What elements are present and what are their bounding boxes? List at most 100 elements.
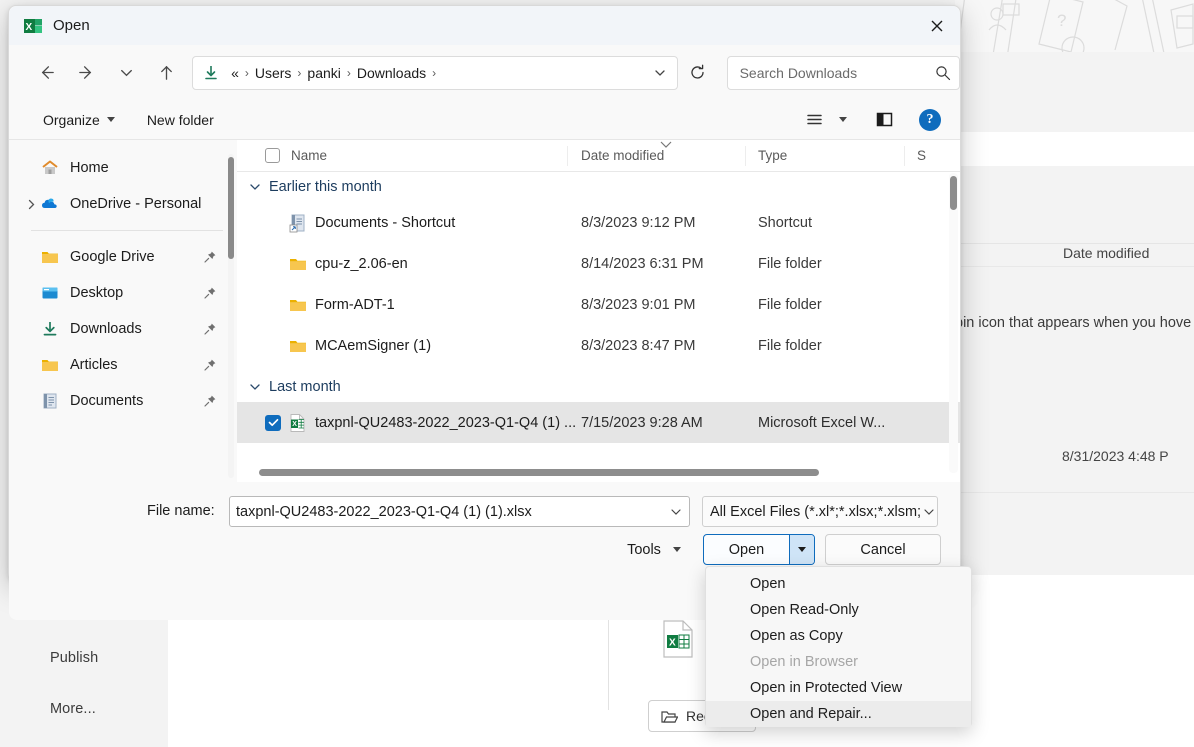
sidebar-label-onedrive: OneDrive - Personal: [70, 196, 201, 212]
sidebar-item-google-drive[interactable]: Google Drive: [19, 241, 229, 273]
table-row-selected[interactable]: X taxpnl-QU2483-2022_2023-Q1-Q4 (1) ... …: [237, 402, 960, 443]
breadcrumb: « › Users › panki › Downloads ›: [227, 63, 646, 83]
file-name-history-button[interactable]: [663, 505, 689, 519]
tools-button[interactable]: Tools: [610, 534, 698, 565]
table-row[interactable]: cpu-z_2.06-en 8/14/2023 6:31 PM File fol…: [237, 243, 960, 284]
menu-item-open-in-protected-view[interactable]: Open in Protected View: [706, 675, 971, 701]
group-header-last-month[interactable]: Last month: [237, 372, 960, 402]
onedrive-icon: [41, 195, 59, 213]
search-input[interactable]: [740, 65, 935, 81]
menu-item-open-as-copy[interactable]: Open as Copy: [706, 623, 971, 649]
backstage-row-divider-1: [955, 266, 1194, 267]
file-type: File folder: [758, 338, 822, 354]
chevron-down-icon: [107, 117, 115, 122]
refresh-button[interactable]: [682, 57, 713, 89]
sidebar-item-desktop[interactable]: Desktop: [19, 277, 229, 309]
breadcrumb-overflow[interactable]: «: [227, 63, 243, 83]
cancel-button[interactable]: Cancel: [825, 534, 941, 565]
navpane-scrollbar-thumb[interactable]: [228, 157, 234, 259]
backstage-menu-more[interactable]: More...: [50, 701, 96, 717]
open-dropdown-toggle[interactable]: [790, 535, 814, 564]
sidebar-item-downloads[interactable]: Downloads: [19, 313, 229, 345]
backstage-menu-publish[interactable]: Publish: [50, 650, 98, 666]
pin-icon[interactable]: [203, 322, 217, 336]
recent-locations-button[interactable]: [110, 56, 142, 89]
file-name-field[interactable]: [229, 496, 690, 527]
back-button[interactable]: [30, 56, 62, 89]
file-date: 8/3/2023 8:47 PM: [581, 338, 695, 354]
sidebar-label-documents: Documents: [70, 393, 143, 409]
file-list: Name Date modified Type S Ear: [237, 140, 960, 482]
folder-icon: [288, 336, 308, 356]
pin-icon[interactable]: [203, 394, 217, 408]
preview-pane-button[interactable]: [868, 105, 900, 135]
arrow-up-icon: [157, 63, 176, 82]
table-row[interactable]: MCAemSigner (1) 8/3/2023 8:47 PM File fo…: [237, 325, 960, 366]
sidebar-label-downloads: Downloads: [70, 321, 142, 337]
select-all-checkbox[interactable]: [265, 148, 280, 163]
column-divider[interactable]: [745, 146, 746, 166]
pin-icon[interactable]: [203, 286, 217, 300]
file-type-chevron[interactable]: [921, 505, 937, 519]
arrow-right-icon: [77, 63, 96, 82]
address-history-button[interactable]: [647, 66, 673, 80]
open-file-dialog: X Open: [8, 5, 961, 581]
file-name: cpu-z_2.06-en: [315, 256, 408, 272]
expand-chevron-icon[interactable]: [23, 196, 39, 212]
menu-item-open-read-only[interactable]: Open Read-Only: [706, 597, 971, 623]
view-options-caret[interactable]: [834, 105, 852, 135]
navigation-pane: Home OneDrive - Personal: [9, 140, 237, 482]
column-header-name[interactable]: Name: [291, 148, 327, 163]
breadcrumb-users[interactable]: Users: [251, 63, 296, 83]
dialog-body: Home OneDrive - Personal: [9, 140, 960, 482]
column-divider[interactable]: [567, 146, 568, 166]
backstage-date-1: 8/31/2023 4:48 P: [1062, 448, 1169, 464]
file-type: File folder: [758, 297, 822, 313]
table-row[interactable]: Documents - Shortcut 8/3/2023 9:12 PM Sh…: [237, 202, 960, 243]
file-name-input[interactable]: [236, 504, 663, 520]
open-button[interactable]: Open: [704, 535, 790, 564]
breadcrumb-separator-trailing[interactable]: ›: [432, 66, 436, 80]
shortcut-icon: [288, 213, 308, 233]
backstage-white-band: [955, 132, 1194, 166]
menu-item-open[interactable]: Open: [706, 571, 971, 597]
folder-icon: [288, 254, 308, 274]
column-header-type[interactable]: Type: [758, 148, 787, 163]
forward-button[interactable]: [70, 56, 102, 89]
file-date: 8/3/2023 9:12 PM: [581, 215, 695, 231]
address-bar[interactable]: « › Users › panki › Downloads ›: [192, 56, 677, 90]
close-button[interactable]: [914, 6, 960, 45]
backstage-date-modified-header: Date modified: [1063, 245, 1149, 261]
breadcrumb-downloads[interactable]: Downloads: [353, 63, 430, 83]
chevron-down-icon: [247, 379, 263, 395]
search-box[interactable]: [727, 56, 960, 90]
new-folder-button[interactable]: New folder: [137, 106, 224, 134]
pin-icon[interactable]: [203, 250, 217, 264]
table-row[interactable]: Form-ADT-1 8/3/2023 9:01 PM File folder: [237, 284, 960, 325]
column-header-date-modified[interactable]: Date modified: [581, 148, 664, 163]
sidebar-item-documents[interactable]: Documents: [19, 385, 229, 417]
tools-label: Tools: [627, 542, 661, 558]
menu-item-open-and-repair[interactable]: Open and Repair...: [706, 701, 971, 727]
group-header-earlier-this-month[interactable]: Earlier this month: [237, 172, 960, 202]
organize-button[interactable]: Organize: [33, 106, 125, 134]
file-list-vscrollbar-thumb[interactable]: [950, 176, 957, 210]
help-button[interactable]: ?: [914, 105, 946, 135]
sidebar-item-home[interactable]: Home: [19, 152, 229, 184]
sidebar-item-articles[interactable]: Articles: [19, 349, 229, 381]
view-options-button[interactable]: [798, 105, 830, 135]
chevron-down-icon: [798, 547, 806, 552]
up-button[interactable]: [150, 56, 182, 89]
breadcrumb-panki[interactable]: panki: [303, 63, 344, 83]
sidebar-item-onedrive[interactable]: OneDrive - Personal: [19, 188, 229, 220]
file-list-hscrollbar-thumb[interactable]: [259, 469, 819, 476]
file-list-vscrollbar-track[interactable]: [949, 173, 958, 473]
file-type-filter[interactable]: All Excel Files (*.xl*;*.xlsx;*.xlsm;: [702, 496, 938, 527]
row-checkbox-checked[interactable]: [265, 415, 281, 431]
column-header-size[interactable]: S: [917, 148, 926, 163]
open-split-button[interactable]: Open: [703, 534, 815, 565]
column-divider[interactable]: [904, 146, 905, 166]
pin-icon[interactable]: [203, 358, 217, 372]
menu-item-open-in-browser: Open in Browser: [706, 649, 971, 675]
breadcrumb-separator: ›: [245, 66, 249, 80]
